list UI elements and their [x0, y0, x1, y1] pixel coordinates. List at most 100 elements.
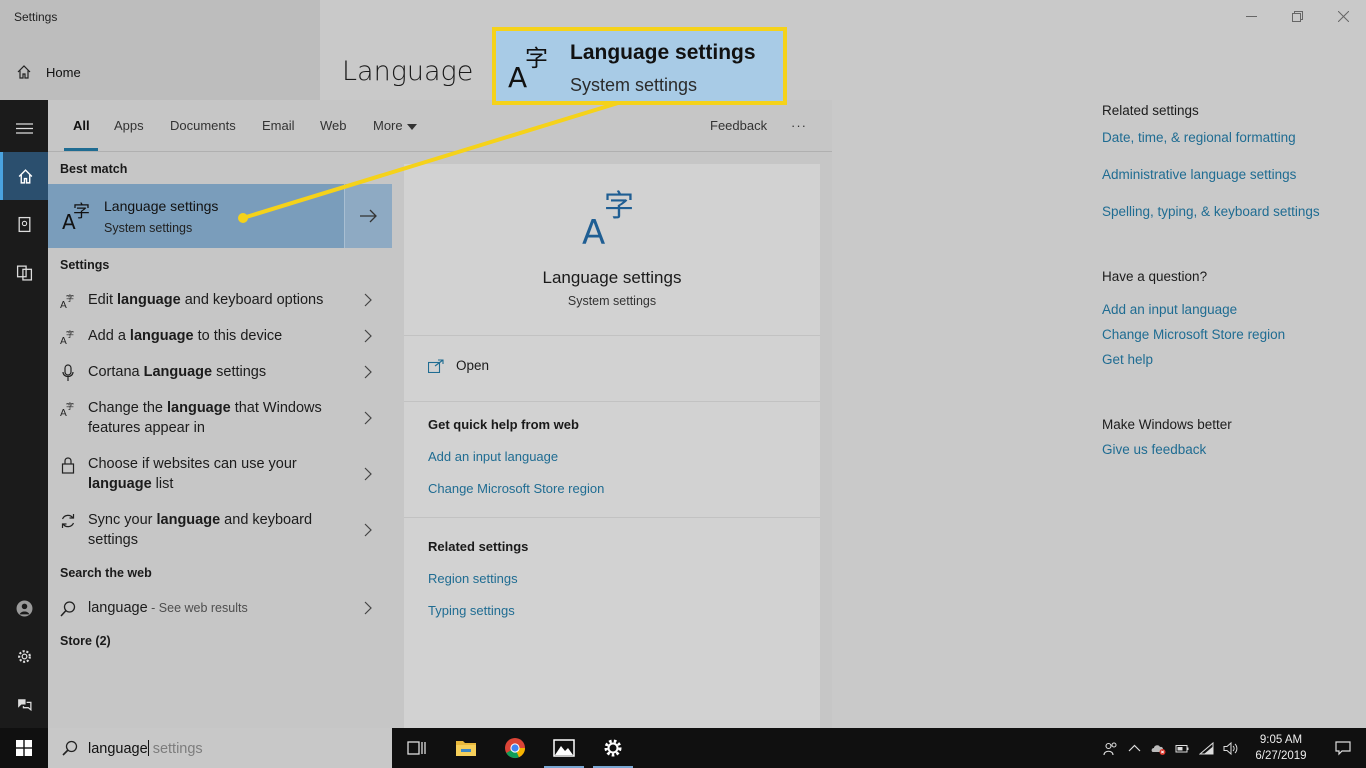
chevron-right-icon	[364, 601, 372, 615]
hamburger-icon	[15, 122, 33, 134]
chevron-right-icon	[364, 467, 372, 481]
link-add-input-language-preview[interactable]: Add an input language	[428, 449, 558, 464]
page-title: Language	[342, 56, 474, 87]
show-hidden-icons-button[interactable]	[1122, 728, 1146, 768]
list-item-edit-language[interactable]: A字 Edit language and keyboard options	[48, 290, 392, 314]
best-match-item[interactable]: A 字 Language settings System settings	[48, 184, 392, 248]
link-spelling-typing[interactable]: Spelling, typing, & keyboard settings	[1102, 204, 1352, 219]
start-button[interactable]	[0, 728, 48, 768]
svg-text:字: 字	[73, 202, 90, 222]
notebook-icon	[18, 216, 30, 232]
wifi-button[interactable]	[1194, 728, 1218, 768]
search-box[interactable]: language settings	[48, 728, 392, 768]
preview-subtitle: System settings	[567, 294, 657, 308]
related-settings-header: Related settings	[1102, 103, 1199, 118]
tab-email[interactable]: Email	[262, 118, 295, 133]
chrome-icon	[505, 738, 526, 759]
tab-more[interactable]: More	[373, 118, 417, 133]
svg-text:字: 字	[66, 401, 74, 411]
quick-help-header: Get quick help from web	[428, 417, 579, 432]
rail-feedback-button[interactable]	[0, 680, 48, 728]
svg-text:字: 字	[66, 293, 74, 303]
link-change-store-region-preview[interactable]: Change Microsoft Store region	[428, 481, 604, 496]
rail-documents-button[interactable]	[0, 248, 48, 296]
close-button[interactable]	[1320, 0, 1366, 32]
list-item-change-display-language[interactable]: A字 Change the language that Windows feat…	[48, 398, 392, 442]
language-icon: A字	[60, 293, 74, 310]
list-item-cortana-language[interactable]: Cortana Language settings	[48, 362, 392, 386]
search-tabs: All Apps Documents Email Web More Feedba…	[48, 100, 832, 152]
battery-button[interactable]	[1170, 728, 1194, 768]
store-header[interactable]: Store (2)	[60, 634, 111, 648]
chrome-button[interactable]	[491, 728, 539, 768]
make-windows-better-header: Make Windows better	[1102, 417, 1232, 432]
link-get-help[interactable]: Get help	[1102, 352, 1352, 367]
link-give-feedback[interactable]: Give us feedback	[1102, 442, 1352, 457]
best-match-header: Best match	[60, 162, 128, 176]
hamburger-menu-button[interactable]	[0, 104, 48, 152]
people-icon	[1102, 742, 1116, 755]
home-nav-item[interactable]: Home	[16, 64, 81, 80]
chevron-right-icon	[364, 329, 372, 343]
chevron-up-icon	[1128, 744, 1140, 751]
action-center-button[interactable]	[1320, 728, 1366, 768]
link-add-input-language[interactable]: Add an input language	[1102, 302, 1352, 317]
list-item-sync-language[interactable]: Sync your language and keyboard settings	[48, 510, 392, 554]
list-item-web-search[interactable]: language - See web results	[48, 598, 392, 622]
link-change-store-region[interactable]: Change Microsoft Store region	[1102, 327, 1352, 342]
onedrive-button[interactable]	[1146, 728, 1170, 768]
open-preview-button[interactable]	[344, 184, 392, 248]
lock-icon	[61, 457, 75, 474]
tab-web[interactable]: Web	[320, 118, 347, 133]
web-results-hint: - See web results	[147, 601, 248, 615]
rail-home-button[interactable]	[0, 152, 48, 200]
clock[interactable]: 9:05 AM 6/27/2019	[1242, 732, 1320, 764]
battery-icon	[1175, 744, 1188, 752]
photos-button[interactable]	[540, 728, 588, 768]
chevron-right-icon	[364, 411, 372, 425]
chevron-right-icon	[364, 365, 372, 379]
minimize-icon	[1245, 15, 1257, 17]
volume-button[interactable]	[1218, 728, 1242, 768]
link-date-time-format[interactable]: Date, time, & regional formatting	[1102, 130, 1352, 145]
callout-title: Language settings	[570, 41, 756, 64]
file-explorer-button[interactable]	[442, 728, 490, 768]
windows-logo-icon	[16, 740, 32, 756]
link-admin-language[interactable]: Administrative language settings	[1102, 167, 1352, 182]
rail-account-button[interactable]	[0, 584, 48, 632]
minimize-button[interactable]	[1228, 0, 1274, 32]
web-query: language	[88, 600, 148, 616]
open-button[interactable]: Open	[428, 358, 489, 373]
tab-documents[interactable]: Documents	[170, 118, 236, 133]
svg-text:字: 字	[604, 189, 634, 224]
preview-pane: A 字 Language settings System settings Op…	[404, 164, 820, 728]
people-button[interactable]	[1098, 728, 1122, 768]
tab-apps[interactable]: Apps	[114, 118, 144, 133]
rail-settings-button[interactable]	[0, 632, 48, 680]
link-region-settings[interactable]: Region settings	[428, 571, 518, 586]
search-suggestion: settings	[148, 741, 203, 757]
restore-button[interactable]	[1274, 0, 1320, 32]
list-item-websites-language[interactable]: Choose if websites can use your language…	[48, 454, 392, 498]
svg-text:A: A	[582, 213, 605, 246]
rail-notebook-button[interactable]	[0, 200, 48, 248]
search-input[interactable]: language settings	[88, 740, 203, 757]
feedback-button[interactable]: Feedback	[710, 118, 767, 133]
start-rail	[0, 100, 48, 728]
more-options-button[interactable]: ···	[791, 118, 807, 133]
list-item-add-language[interactable]: A字 Add a language to this device	[48, 326, 392, 350]
best-match-title: Language settings	[104, 198, 219, 214]
highlight-callout: A 字 Language settings System settings	[492, 27, 787, 105]
photos-icon	[553, 739, 575, 757]
tab-more-label: More	[373, 118, 403, 133]
user-icon	[16, 600, 32, 616]
chevron-right-icon	[364, 523, 372, 537]
task-view-button[interactable]	[392, 728, 440, 768]
link-typing-settings[interactable]: Typing settings	[428, 603, 515, 618]
wifi-icon	[1198, 741, 1213, 754]
tab-all[interactable]: All	[73, 118, 90, 133]
settings-taskbar-button[interactable]	[589, 728, 637, 768]
folder-icon	[456, 741, 476, 756]
arrow-right-icon	[359, 209, 377, 223]
callout-subtitle: System settings	[570, 75, 698, 95]
